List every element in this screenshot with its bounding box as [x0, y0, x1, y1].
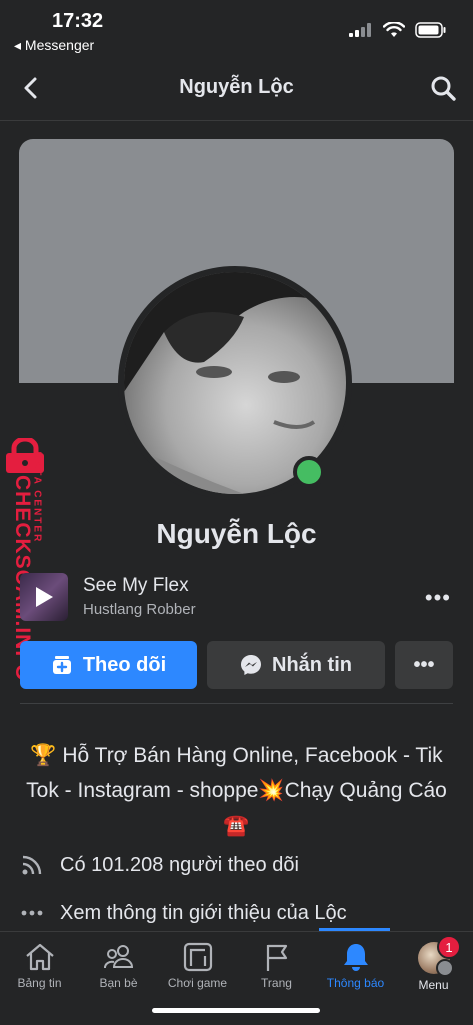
bell-icon	[343, 944, 368, 971]
flag-icon	[266, 944, 287, 971]
music-artist: Hustlang Robber	[83, 601, 196, 618]
signal-icon	[349, 23, 371, 37]
followers-row[interactable]: Có 101.208 người theo dõi	[20, 853, 453, 877]
followers-count: Có 101.208 người theo dõi	[60, 853, 299, 876]
tab-friends[interactable]: Bạn bè	[79, 942, 158, 990]
notification-badge: 1	[437, 935, 461, 959]
tab-pages[interactable]: Trang	[237, 942, 316, 990]
message-button[interactable]: Nhắn tin	[207, 641, 385, 689]
back-to-messenger-link[interactable]: ◂ Messenger	[14, 37, 94, 54]
status-icons	[349, 22, 447, 38]
search-icon	[431, 76, 456, 101]
tab-label: Menu	[418, 978, 449, 992]
music-thumbnail[interactable]	[20, 573, 68, 621]
messenger-icon	[241, 655, 261, 675]
tab-label: Trang	[261, 976, 292, 990]
tab-menu[interactable]: Menu	[394, 942, 473, 992]
home-indicator	[152, 1008, 320, 1013]
tab-notifications[interactable]: Thông báo	[316, 942, 395, 990]
status-time: 17:32	[52, 10, 104, 32]
about-row[interactable]: Xem thông tin giới thiệu của Lộc	[20, 901, 453, 925]
more-dots-icon	[20, 901, 44, 925]
page-title: Nguyễn Lộc	[179, 76, 294, 98]
profile-name: Nguyễn Lộc	[156, 518, 317, 549]
watermark-sub: DATA CENTER	[31, 451, 43, 544]
content-divider	[20, 703, 453, 704]
tab-label: Bạn bè	[99, 976, 138, 990]
nav-divider	[0, 120, 473, 121]
play-icon	[36, 587, 53, 607]
wifi-icon	[383, 22, 405, 37]
watermark: CHECKSCAM.INFO DATA CENTER	[2, 438, 52, 682]
online-status-indicator	[293, 456, 325, 488]
search-button[interactable]	[429, 74, 457, 102]
friends-icon	[103, 945, 133, 969]
gaming-icon	[183, 942, 212, 972]
more-options-button[interactable]: •••	[395, 641, 453, 689]
message-label: Nhắn tin	[272, 653, 352, 676]
tab-label: Chơi game	[167, 976, 228, 990]
follow-icon	[52, 656, 71, 674]
rss-icon	[20, 853, 44, 877]
tab-label: Thông báo	[326, 976, 385, 990]
battery-icon	[415, 22, 446, 38]
home-icon	[25, 943, 54, 971]
follow-label: Theo dõi	[82, 653, 167, 676]
about-link: Xem thông tin giới thiệu của Lộc	[60, 901, 347, 924]
menu-lines-icon	[435, 959, 454, 977]
tab-home[interactable]: Bảng tin	[0, 942, 79, 990]
music-more-button[interactable]: •••	[425, 585, 451, 611]
follow-button[interactable]: Theo dõi	[20, 641, 197, 689]
music-title[interactable]: See My Flex	[83, 575, 189, 597]
tab-label: Bảng tin	[17, 976, 62, 990]
profile-bio: 🏆 Hỗ Trợ Bán Hàng Online, Facebook - Tik…	[26, 744, 447, 837]
tab-gaming[interactable]: Chơi game	[158, 942, 237, 990]
